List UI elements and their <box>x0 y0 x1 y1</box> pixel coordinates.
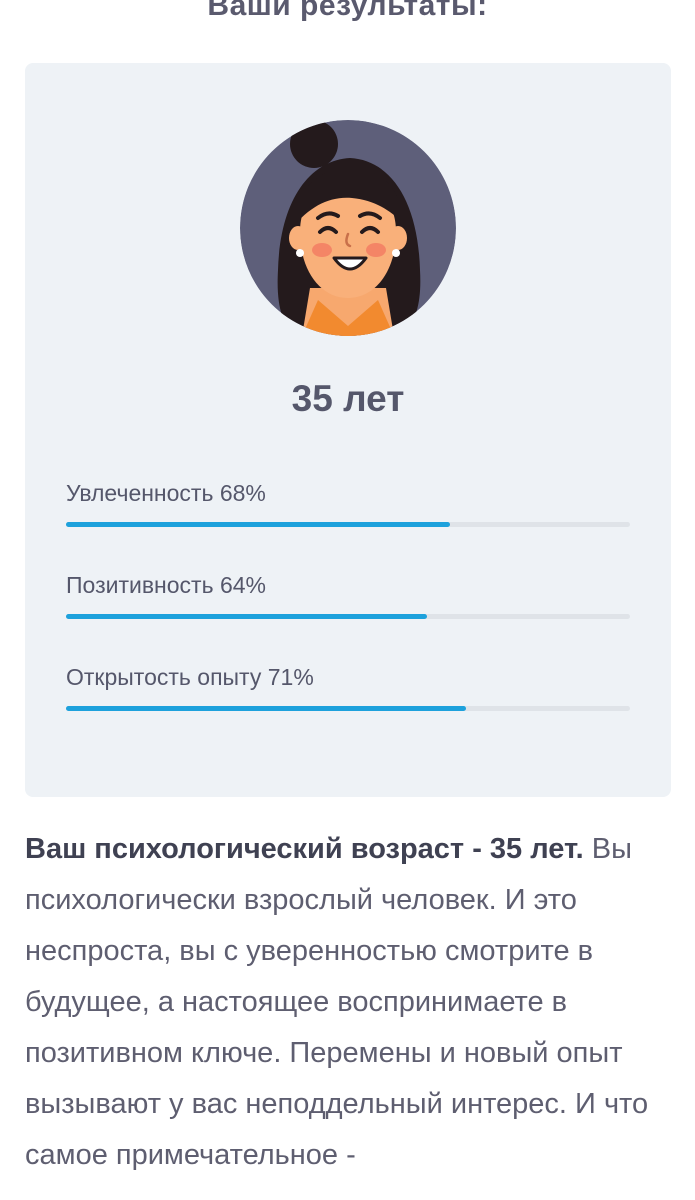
result-card: 35 лет Увлеченность 68% Позитивность 64%… <box>25 63 671 797</box>
woman-avatar-icon <box>240 120 456 336</box>
progress-fill <box>66 614 427 619</box>
metric-label: Позитивность 64% <box>66 572 266 598</box>
page-heading: Ваши результаты: <box>207 0 488 22</box>
metric-engagement: Увлеченность 68% <box>66 478 630 527</box>
progress-fill <box>66 706 467 711</box>
metric-label: Увлеченность 68% <box>66 480 266 506</box>
description-text: Вы психологически взрослый человек. И эт… <box>25 833 649 1171</box>
result-description: Ваш психологический возраст - 35 лет. Вы… <box>25 824 675 1181</box>
progress-track <box>66 522 630 527</box>
description-lead: Ваш психологический возраст - 35 лет. <box>25 833 584 865</box>
metric-openness: Открытость опыту 71% <box>66 662 630 711</box>
metric-label: Открытость опыту 71% <box>66 664 314 690</box>
metric-positivity: Позитивность 64% <box>66 570 630 619</box>
progress-track <box>66 706 630 711</box>
age-title: 35 лет <box>291 378 405 419</box>
progress-track <box>66 614 630 619</box>
progress-fill <box>66 522 450 527</box>
